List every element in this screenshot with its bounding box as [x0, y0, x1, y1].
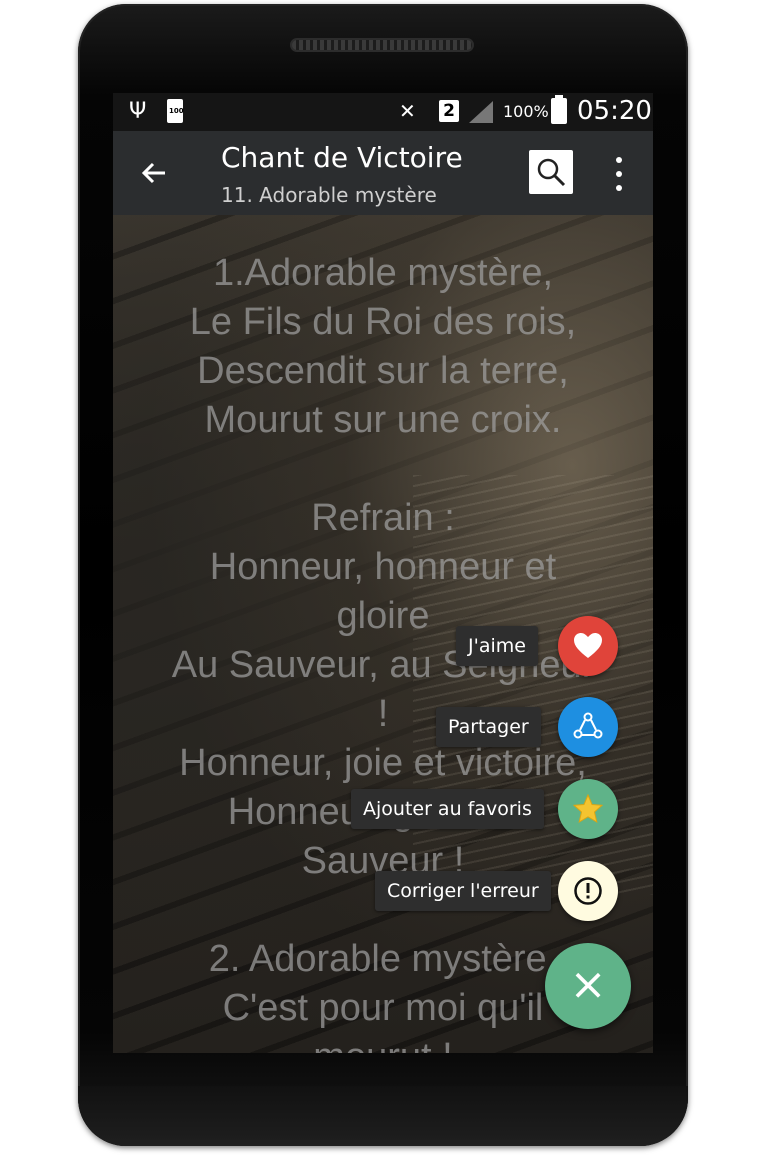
arrow-back-icon[interactable] — [135, 153, 175, 193]
signal-icon — [469, 101, 493, 123]
battery-percent: 100% — [503, 102, 549, 121]
more-vert-icon[interactable] — [607, 155, 631, 193]
close-fab-button[interactable]: × — [545, 943, 631, 1029]
vibrate-mute-icon: ✕ — [399, 99, 416, 123]
star-icon[interactable] — [558, 779, 618, 839]
phone-speaker — [290, 38, 474, 52]
heart-icon[interactable] — [558, 616, 618, 676]
song-subtitle: 11. Adorable mystère — [221, 183, 437, 207]
share-icon[interactable] — [558, 697, 618, 757]
lyric-line: mourut ! — [113, 1033, 653, 1053]
exclamation-circle-icon[interactable] — [558, 861, 618, 921]
lyric-line: Le Fils du Roi des rois, — [189, 301, 577, 343]
sim-slot-badge: 2 — [439, 100, 459, 122]
lyric-line: 1.Adorable mystère, — [212, 252, 554, 294]
battery-icon — [551, 95, 567, 124]
song-title: Chant de Victoire — [221, 141, 463, 174]
usb-icon: Ψ — [129, 99, 147, 124]
close-icon: × — [569, 959, 607, 1010]
like-label[interactable]: J'aime — [456, 626, 538, 666]
lyric-line — [113, 445, 653, 494]
lyric-line: Descendit sur la terre, — [197, 350, 569, 392]
lyric-line: Mourut sur une croix. — [204, 399, 562, 441]
report-error-label[interactable]: Corriger l'erreur — [375, 871, 551, 911]
share-label[interactable]: Partager — [436, 707, 541, 747]
phone-chin — [78, 1086, 688, 1146]
battery-saver-icon: 100 — [167, 99, 184, 123]
favorite-label[interactable]: Ajouter au favoris — [351, 789, 544, 829]
search-icon[interactable] — [529, 150, 573, 194]
app-bar: Chant de Victoire 11. Adorable mystère — [113, 131, 653, 215]
lyric-line: Refrain : — [311, 497, 455, 539]
status-bar: Ψ 100 ✕ 2 100% 05:20 — [113, 93, 653, 131]
lyric-line: Honneur, honneur et — [209, 546, 557, 588]
clock: 05:20 — [577, 96, 652, 126]
